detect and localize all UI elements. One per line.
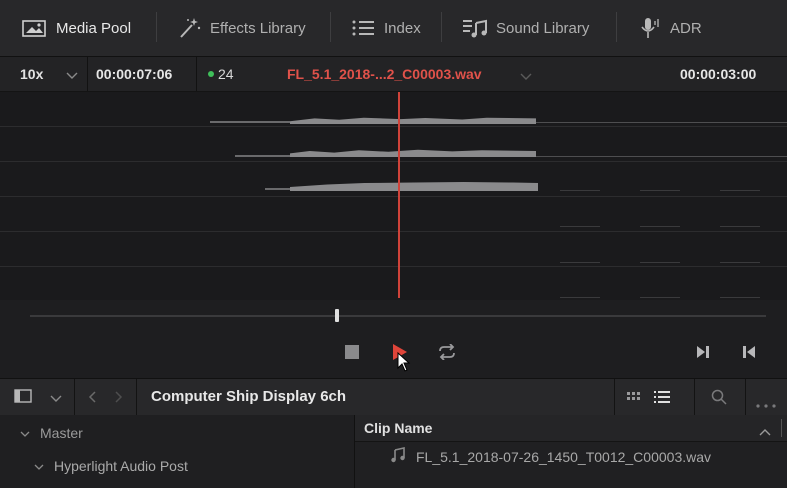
channel-baseline: [560, 226, 600, 227]
waveform-tail: [536, 156, 787, 157]
skip-to-start-icon: [742, 345, 756, 362]
channel-baseline: [720, 226, 760, 227]
forward-arrow-icon[interactable]: [113, 390, 123, 407]
loop-icon: [437, 342, 457, 363]
channel-baseline: [560, 190, 600, 191]
channel-baseline: [560, 297, 600, 298]
back-arrow-icon[interactable]: [88, 390, 98, 407]
chevron-down-icon: [34, 458, 44, 474]
tab-index[interactable]: Index: [352, 0, 421, 56]
tab-effects-library[interactable]: Effects Library: [178, 0, 306, 56]
chevron-down-icon[interactable]: [520, 69, 532, 85]
tab-sound-library[interactable]: Sound Library: [462, 0, 589, 56]
waveform-viewer[interactable]: [0, 92, 787, 300]
clip-list-header: Clip Name: [355, 415, 787, 442]
bin-label: Hyperlight Audio Post: [54, 458, 188, 474]
viewer-header: 10x 00:00:07:06 24 FL_5.1_2018-...2_C000…: [0, 57, 787, 92]
chevron-up-icon[interactable]: [759, 424, 771, 440]
chevron-down-icon[interactable]: [66, 68, 78, 84]
header-divider: [196, 57, 197, 91]
channel-baseline: [640, 226, 680, 227]
channel-lane: [0, 266, 787, 267]
thumbnail-view-icon[interactable]: [627, 391, 641, 407]
list-view-icon[interactable]: [654, 390, 670, 407]
channel-baseline: [640, 190, 680, 191]
scrub-handle[interactable]: [335, 309, 339, 322]
waveform-channel: [290, 149, 536, 157]
chevron-down-icon: [20, 425, 30, 441]
channel-baseline: [720, 262, 760, 263]
more-options-icon[interactable]: [756, 395, 778, 411]
tab-media-pool[interactable]: Media Pool: [22, 0, 131, 56]
waveform-channel: [235, 155, 290, 157]
channel-lane: [0, 196, 787, 197]
header-divider: [745, 379, 746, 415]
channel-count: 24: [218, 66, 234, 82]
channel-lane: [0, 231, 787, 232]
header-divider: [694, 379, 695, 415]
header-divider: [136, 379, 137, 415]
magic-wand-icon: [178, 17, 202, 39]
status-dot-icon: [208, 71, 214, 77]
search-icon[interactable]: [711, 389, 727, 408]
stop-button[interactable]: [344, 344, 360, 362]
list-icon: [352, 19, 376, 37]
tab-label: Sound Library: [496, 19, 590, 37]
skip-to-end-button[interactable]: [694, 345, 712, 361]
tab-divider: [156, 12, 157, 42]
tab-divider: [441, 12, 442, 42]
scrub-bar[interactable]: [30, 315, 766, 317]
header-divider: [74, 379, 75, 415]
channel-baseline: [720, 297, 760, 298]
waveform-channel: [210, 121, 290, 123]
channel-lane: [0, 161, 787, 162]
waveform-tail: [536, 122, 787, 123]
zoom-value: 10x: [20, 66, 44, 82]
skip-to-end-icon: [696, 345, 710, 362]
mouse-cursor-icon: [397, 351, 411, 375]
channel-baseline: [560, 262, 600, 263]
stop-icon: [345, 344, 359, 362]
bin-label: Master: [40, 425, 83, 441]
waveform-channel: [265, 188, 290, 190]
music-note-icon: [390, 447, 406, 466]
tab-label: Index: [384, 19, 421, 37]
sidebar-toggle-icon[interactable]: [14, 389, 32, 406]
header-divider: [87, 57, 88, 91]
tab-label: Media Pool: [56, 19, 132, 37]
loop-button[interactable]: [436, 342, 458, 363]
panel-tab-bar: Media Pool Effects Library Index Sound L…: [0, 0, 787, 57]
bin-item-master[interactable]: Master: [20, 425, 83, 441]
zoom-select[interactable]: 10x: [20, 57, 43, 91]
skip-to-start-button[interactable]: [740, 345, 758, 361]
media-pool-header: Computer Ship Display 6ch: [0, 378, 787, 416]
microphone-icon: [640, 17, 662, 39]
bin-title: Computer Ship Display 6ch: [151, 388, 347, 405]
chevron-down-icon[interactable]: [50, 391, 62, 407]
channel-baseline: [720, 190, 760, 191]
channel-baseline: [640, 297, 680, 298]
playhead[interactable]: [398, 92, 400, 298]
channel-lane: [0, 126, 787, 127]
column-divider: [781, 419, 782, 437]
header-divider: [614, 379, 615, 415]
clip-title[interactable]: FL_5.1_2018-...2_C00003.wav: [287, 57, 482, 91]
tab-label: Effects Library: [210, 19, 306, 37]
bin-item-hyperlight[interactable]: Hyperlight Audio Post: [34, 458, 188, 474]
tab-label: ADR: [670, 19, 702, 37]
tab-divider: [330, 12, 331, 42]
channel-baseline: [640, 262, 680, 263]
tab-adr[interactable]: ADR: [640, 0, 702, 56]
timecode-right: 00:00:03:00: [680, 66, 757, 82]
table-row[interactable]: FL_5.1_2018-07-26_1450_T0012_C00003.wav: [390, 447, 711, 466]
timecode-left: 00:00:07:06: [96, 66, 173, 82]
bin-tree: Master Hyperlight Audio Post: [0, 415, 355, 488]
tab-divider: [616, 12, 617, 42]
waveform-channel: [290, 117, 536, 124]
media-pool-icon: [22, 18, 48, 38]
waveform-channel: [290, 182, 538, 191]
column-header-clip-name[interactable]: Clip Name: [364, 415, 432, 441]
clip-name: FL_5.1_2018-07-26_1450_T0012_C00003.wav: [416, 448, 712, 465]
music-note-icon: [462, 18, 488, 38]
